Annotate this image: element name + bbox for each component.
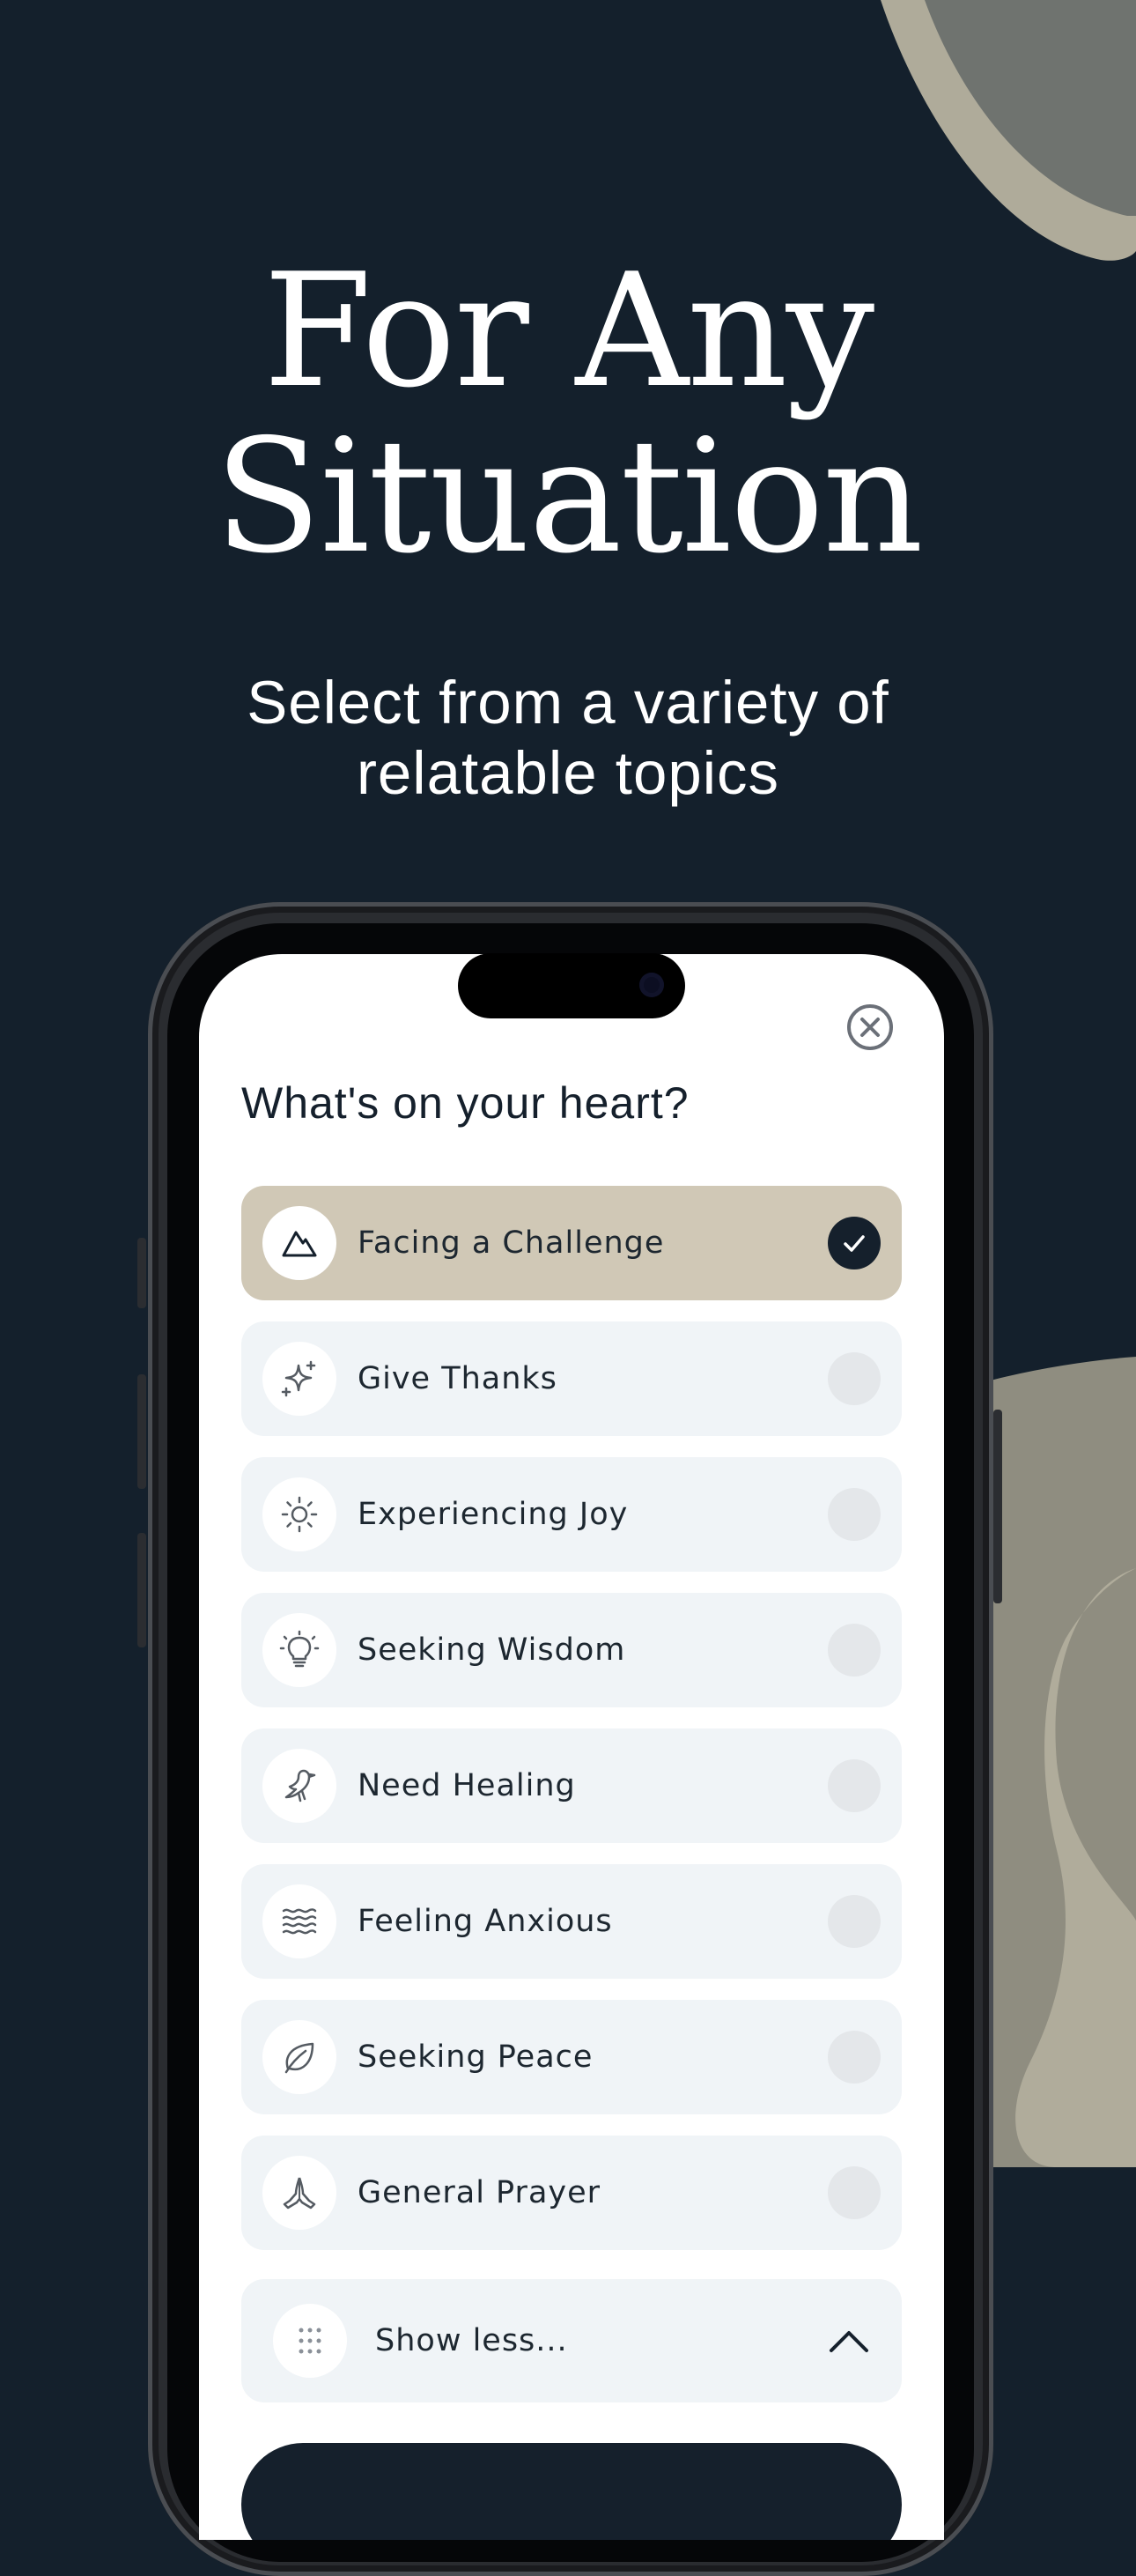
show-less-label: Show less... (375, 2323, 568, 2358)
option-seeking-peace[interactable]: Seeking Peace (241, 2000, 902, 2114)
bird-icon (284, 1769, 316, 1802)
option-seeking-wisdom[interactable]: Seeking Wisdom (241, 1593, 902, 1707)
continue-button[interactable] (241, 2443, 902, 2540)
radio-unselected (828, 2166, 881, 2219)
subheadline: Select from a variety of relatable topic… (0, 668, 1136, 809)
option-label: Feeling Anxious (358, 1904, 613, 1939)
option-label: Seeking Peace (358, 2039, 594, 2075)
top-right-blob (881, 0, 1136, 261)
radio-unselected (828, 1352, 881, 1405)
option-label: Facing a Challenge (358, 1225, 665, 1261)
option-need-healing[interactable]: Need Healing (241, 1728, 902, 1843)
option-facing-a-challenge[interactable]: Facing a Challenge (241, 1186, 902, 1300)
option-label: Experiencing Joy (358, 1497, 629, 1532)
phone-screen: What's on your heart? Facing a Challenge… (199, 954, 944, 2540)
radio-unselected (828, 1488, 881, 1541)
option-label: Seeking Wisdom (358, 1632, 626, 1668)
front-camera (639, 973, 664, 997)
leaf-icon (284, 2042, 314, 2074)
subheadline-line-1: Select from a variety of (247, 669, 889, 737)
phone-volume-down-button (137, 1533, 146, 1647)
radio-unselected (828, 1759, 881, 1812)
sun-icon (281, 1496, 318, 1533)
option-general-prayer[interactable]: General Prayer (241, 2136, 902, 2250)
close-circle-icon (847, 1004, 893, 1050)
option-experiencing-joy[interactable]: Experiencing Joy (241, 1457, 902, 1572)
option-give-thanks[interactable]: Give Thanks (241, 1321, 902, 1436)
sparkle-icon (281, 1360, 316, 1397)
dots-grid-icon (299, 2328, 321, 2354)
chevron-up-icon (830, 2331, 868, 2352)
option-label: General Prayer (358, 2175, 601, 2210)
modal-title: What's on your heart? (241, 1078, 690, 1128)
headline-line-1: For Any (262, 240, 874, 422)
phone-power-button (993, 1410, 1002, 1603)
mountain-icon (282, 1231, 317, 1257)
option-label: Give Thanks (358, 1361, 557, 1396)
subheadline-line-2: relatable topics (356, 739, 780, 807)
option-feeling-anxious[interactable]: Feeling Anxious (241, 1864, 902, 1979)
headline-line-2: Situation (214, 405, 923, 588)
praying-hands-icon (283, 2177, 316, 2210)
phone-action-button (137, 1238, 146, 1308)
checkmark-icon (844, 1235, 865, 1252)
close-button[interactable] (846, 1003, 894, 1051)
waves-icon (282, 1908, 317, 1935)
phone-volume-up-button (137, 1374, 146, 1489)
lightbulb-icon (279, 1630, 320, 1668)
option-label: Need Healing (358, 1768, 576, 1803)
radio-unselected (828, 1895, 881, 1948)
radio-unselected (828, 1624, 881, 1677)
selected-check (828, 1217, 881, 1269)
show-less-toggle[interactable]: Show less... (241, 2279, 902, 2402)
radio-unselected (828, 2031, 881, 2084)
headline: For Any Situation (0, 248, 1136, 580)
